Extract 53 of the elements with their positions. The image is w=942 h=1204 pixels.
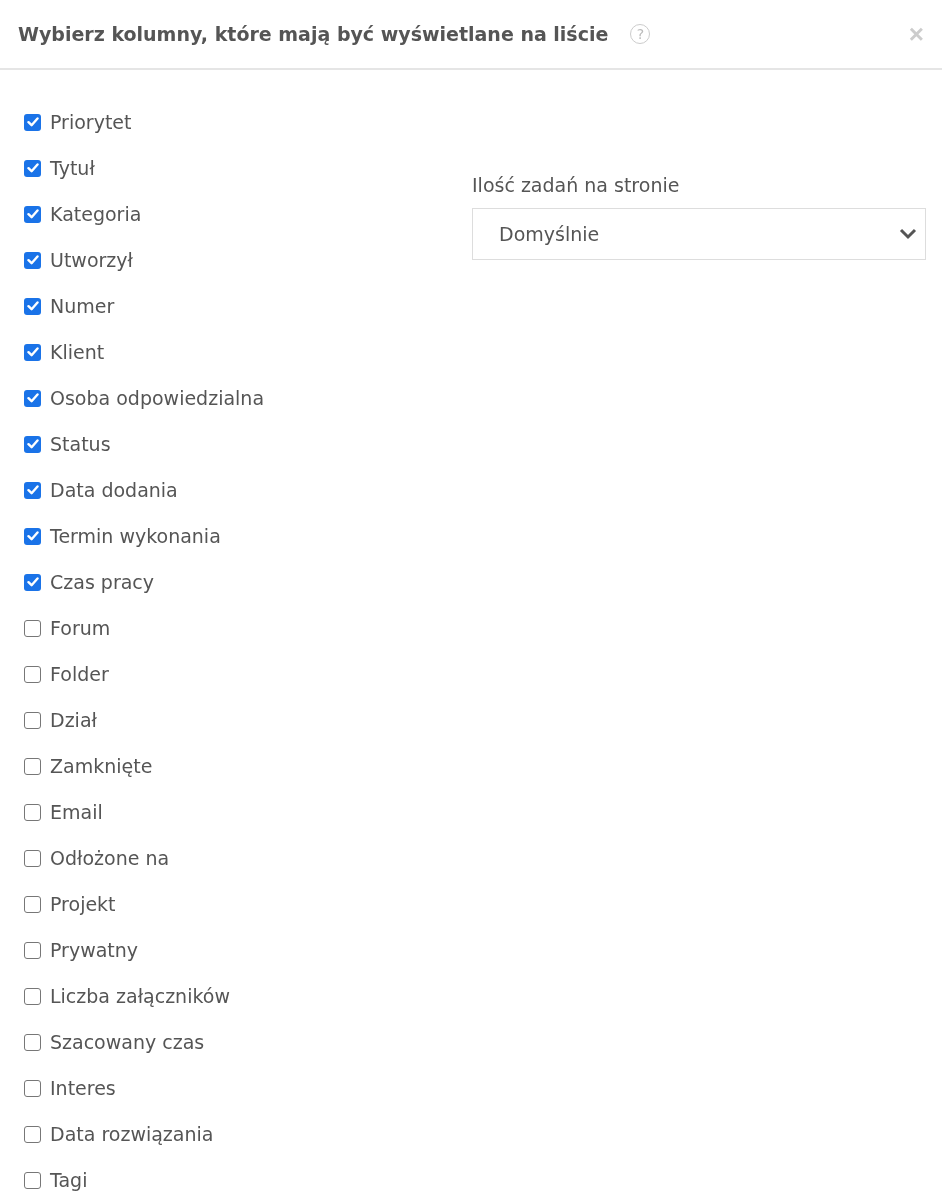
checkbox[interactable] <box>24 159 41 177</box>
per-page-select[interactable]: Domyślnie <box>472 208 926 260</box>
column-label: Osoba odpowiedzialna <box>50 387 265 409</box>
column-label: Data rozwiązania <box>50 1123 214 1145</box>
checkbox[interactable] <box>24 1079 41 1097</box>
field-label: Ilość zadań na stronie <box>472 174 681 196</box>
column-label: Tytuł <box>50 157 95 179</box>
column-label: Utworzył <box>50 249 133 271</box>
checkbox[interactable] <box>24 481 41 499</box>
chevron-down-icon <box>899 228 917 240</box>
dialog-title: Wybierz kolumny, które mają być wyświetlane na liście <box>18 23 609 45</box>
column-label: Zamknięte <box>50 755 153 777</box>
checkbox[interactable] <box>24 987 41 1005</box>
column-label: Folder <box>50 663 109 685</box>
checkbox[interactable] <box>24 527 41 545</box>
checkbox[interactable] <box>24 251 41 269</box>
column-label: Prywatny <box>50 939 139 961</box>
column-label: Dział <box>50 709 97 731</box>
column-label: Status <box>50 433 111 455</box>
checkbox[interactable] <box>24 1171 41 1189</box>
column-label: Data dodania <box>50 479 178 501</box>
checkbox[interactable] <box>24 941 41 959</box>
checkbox[interactable] <box>24 803 41 821</box>
checkbox[interactable] <box>24 665 41 683</box>
checkbox[interactable] <box>24 619 41 637</box>
checkbox[interactable] <box>24 297 41 315</box>
checkbox[interactable] <box>24 711 41 729</box>
column-label: Czas pracy <box>50 571 155 593</box>
column-label: Interes <box>50 1077 116 1099</box>
checkbox[interactable] <box>24 113 41 131</box>
close-button[interactable]: × <box>908 21 924 47</box>
column-label: Kategoria <box>50 203 142 225</box>
column-label: Priorytet <box>50 111 132 133</box>
column-label: Termin wykonania <box>50 525 221 547</box>
column-label: Odłożone na <box>50 847 170 869</box>
checkbox[interactable] <box>24 389 41 407</box>
checkbox[interactable] <box>24 1033 41 1051</box>
checkbox[interactable] <box>24 435 41 453</box>
column-label: Email <box>50 801 103 823</box>
checkbox[interactable] <box>24 895 41 913</box>
checkbox[interactable] <box>24 573 41 591</box>
column-label: Projekt <box>50 893 116 915</box>
checkbox[interactable] <box>24 1125 41 1143</box>
column-label: Numer <box>50 295 115 317</box>
column-label: Tagi <box>50 1169 88 1191</box>
column-label: Liczba załączników <box>50 985 230 1007</box>
column-label: Klient <box>50 341 105 363</box>
checkbox[interactable] <box>24 205 41 223</box>
column-label: Szacowany czas <box>50 1031 205 1053</box>
checkbox[interactable] <box>24 849 41 867</box>
checkbox[interactable] <box>24 343 41 361</box>
column-label: Forum <box>50 617 111 639</box>
checkbox[interactable] <box>24 757 41 775</box>
